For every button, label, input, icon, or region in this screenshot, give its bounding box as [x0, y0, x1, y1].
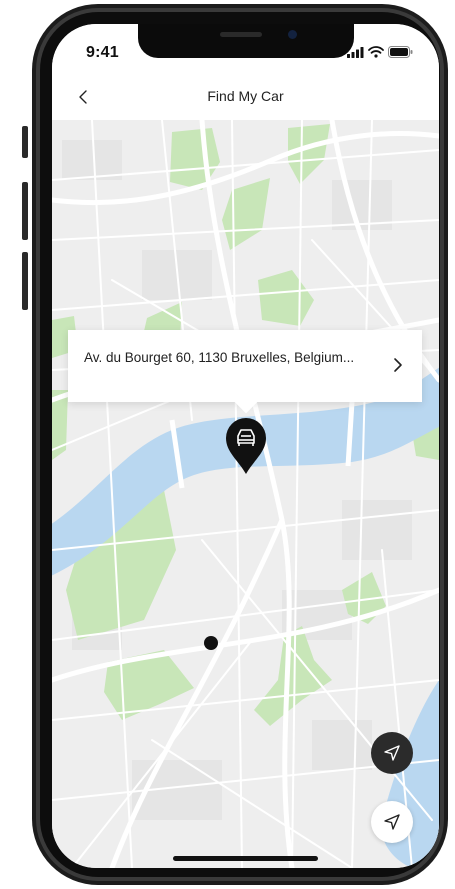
speaker-grille — [220, 32, 262, 37]
notch — [138, 24, 354, 58]
car-address-text: Av. du Bourget 60, 1130 Bruxelles, Belgi… — [84, 350, 355, 365]
user-location-dot — [204, 636, 218, 650]
page-title: Find My Car — [207, 88, 284, 104]
recenter-location-button[interactable] — [371, 801, 413, 843]
status-icons — [347, 46, 413, 58]
battery-icon — [388, 46, 413, 58]
header-bar: Find My Car — [52, 74, 439, 120]
front-camera — [288, 30, 297, 39]
navigation-arrow-icon — [384, 745, 400, 761]
location-arrow-icon — [384, 814, 400, 830]
phone-screen: Av. du Bourget 60, 1130 Bruxelles, Belgi… — [52, 24, 439, 868]
status-time: 9:41 — [86, 44, 119, 61]
car-address-card[interactable]: Av. du Bourget 60, 1130 Bruxelles, Belgi… — [68, 330, 422, 402]
navigate-button[interactable] — [371, 732, 413, 774]
wifi-icon — [368, 46, 384, 58]
car-location-pin[interactable] — [224, 416, 268, 476]
home-indicator[interactable] — [173, 856, 318, 861]
chevron-right-icon — [388, 354, 408, 376]
phone-mockup: Av. du Bourget 60, 1130 Bruxelles, Belgi… — [0, 0, 455, 889]
